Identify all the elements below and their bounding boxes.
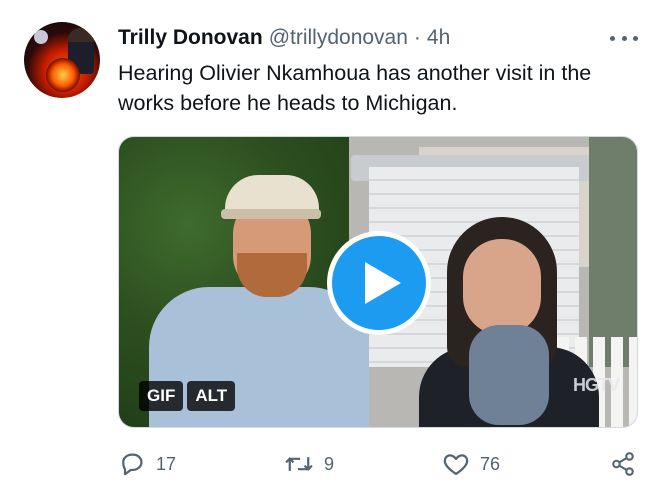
reply-button[interactable]: 17	[118, 448, 176, 480]
author-handle[interactable]: @trillydonovan	[269, 26, 408, 50]
tweet-text: Hearing Olivier Nkamhoua has another vis…	[118, 61, 592, 115]
separator-dot: ·	[413, 26, 421, 49]
avatar[interactable]	[24, 22, 100, 98]
hgtv-watermark: HGTV	[573, 375, 620, 395]
like-button[interactable]: 76	[442, 448, 500, 480]
action-bar: 17 9 76	[118, 448, 638, 480]
share-icon	[612, 452, 634, 476]
play-icon	[365, 262, 401, 304]
more-options-icon[interactable]	[610, 30, 638, 46]
like-count: 76	[480, 453, 501, 474]
media-gif[interactable]: HGTV GIF ALT	[118, 136, 638, 428]
heart-icon	[443, 454, 469, 476]
media-badges: GIF ALT	[139, 381, 239, 411]
author-name[interactable]: Trilly Donovan	[118, 26, 263, 50]
tweet-header: Trilly Donovan @trillydonovan · 4h	[118, 24, 450, 52]
alt-badge[interactable]: ALT	[187, 381, 236, 411]
reply-count: 17	[156, 453, 177, 474]
retweet-icon	[285, 457, 313, 471]
avatar-logo	[34, 30, 48, 44]
play-button[interactable]	[327, 231, 431, 335]
gif-badge: GIF	[139, 381, 184, 411]
retweet-count: 9	[324, 453, 335, 474]
tweet[interactable]: Trilly Donovan @trillydonovan · 4h Heari…	[0, 0, 662, 500]
reply-icon	[122, 453, 143, 476]
avatar-fire-emblem	[46, 58, 80, 92]
timestamp[interactable]: 4h	[427, 26, 450, 50]
retweet-button[interactable]: 9	[284, 448, 334, 480]
share-button[interactable]	[610, 448, 636, 480]
person-woman	[419, 217, 599, 427]
